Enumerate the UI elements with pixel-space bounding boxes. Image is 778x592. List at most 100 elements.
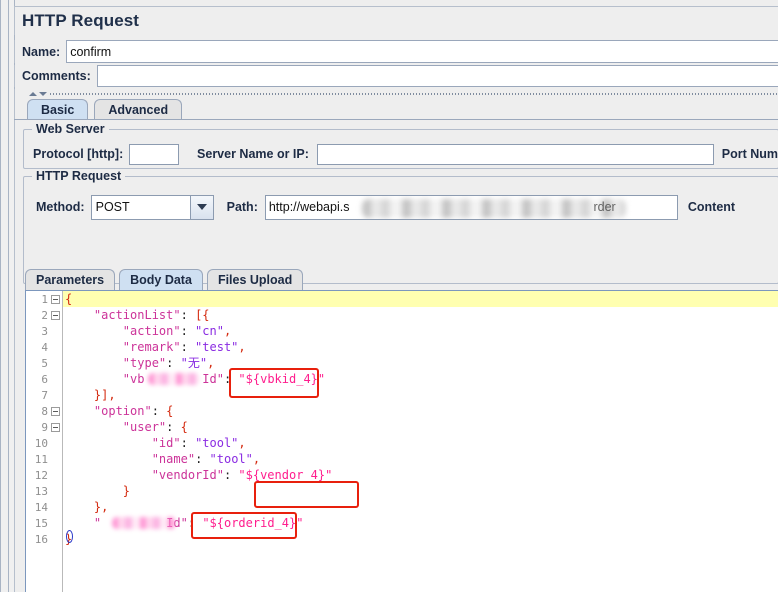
code-line-1[interactable]: {	[63, 291, 778, 307]
protocol-input[interactable]	[129, 143, 180, 165]
token-key: "type"	[122, 356, 167, 370]
code-line-14[interactable]: },	[63, 499, 778, 515]
path-value-prefix: http://webapi.s	[268, 200, 350, 214]
tab-files-upload-label: Files Upload	[217, 273, 293, 287]
token-var: "${vendor_4}"	[238, 468, 333, 482]
tab-parameters[interactable]: Parameters	[25, 269, 116, 290]
comments-label: Comments:	[22, 69, 91, 83]
token-key: "name"	[151, 452, 196, 466]
token-punct: }]	[93, 388, 109, 402]
token-key: "actionList"	[93, 308, 181, 322]
path-input[interactable]: http://webapi.s rder	[264, 194, 678, 220]
code-line-8[interactable]: "option": {	[63, 403, 778, 419]
name-label: Name:	[22, 44, 61, 59]
code-line-4[interactable]: "remark": "test",	[63, 339, 778, 355]
comments-input[interactable]	[96, 65, 778, 87]
code-line-16[interactable]: }	[63, 531, 778, 547]
token-str: "test"	[195, 340, 239, 354]
token-punct: ,	[238, 436, 246, 450]
tab-advanced-label: Advanced	[108, 103, 169, 117]
token-var: "${orderid_4}"	[202, 516, 304, 530]
server-name-label: Server Name or IP:	[197, 147, 309, 161]
token-punct: ,	[101, 500, 109, 514]
gutter-line-12: 12	[26, 467, 62, 483]
collapse-down-icon[interactable]	[39, 91, 47, 96]
token-punct: ,	[207, 356, 215, 370]
fold-toggle-icon[interactable]	[51, 294, 60, 304]
editor-code-area[interactable]: { "actionList": [{ "action": "cn", "rema…	[63, 291, 778, 592]
code-line-7[interactable]: }],	[63, 387, 778, 403]
tab-basic-label: Basic	[41, 103, 75, 117]
http-request-window: HTTP Request Name: confirm Comments: Bas…	[0, 0, 778, 592]
gutter-line-5: 5	[26, 355, 62, 371]
token-key: "remark"	[122, 340, 181, 354]
path-redaction-blur	[361, 198, 626, 218]
token-punct: ,	[238, 340, 246, 354]
token-str: "无"	[180, 356, 208, 370]
code-line-2[interactable]: "actionList": [{	[63, 307, 778, 323]
token-punct: ,	[108, 388, 116, 402]
main-tabstrip: Basic Advanced	[14, 98, 778, 120]
method-label: Method:	[36, 200, 85, 214]
gutter-line-8: 8	[26, 403, 62, 419]
content-encoding-label: Content	[687, 200, 736, 214]
path-label: Path:	[226, 200, 258, 214]
fold-toggle-icon[interactable]	[51, 310, 60, 320]
code-line-10[interactable]: "id": "tool",	[63, 435, 778, 451]
name-input[interactable]: confirm	[66, 40, 778, 63]
fold-toggle-icon[interactable]	[51, 406, 60, 416]
token-plain: :	[180, 436, 196, 450]
token-key: "vendorId"	[151, 468, 224, 482]
code-line-11[interactable]: "name": "tool",	[63, 451, 778, 467]
tab-basic[interactable]: Basic	[27, 99, 89, 120]
split-pane-divider[interactable]	[14, 89, 778, 98]
tab-files-upload[interactable]: Files Upload	[206, 269, 304, 290]
code-line-12[interactable]: "vendorId": "${vendor_4}"	[63, 467, 778, 483]
token-key: Id"	[202, 372, 224, 386]
collapse-up-icon[interactable]	[29, 91, 37, 96]
server-name-input[interactable]	[316, 143, 714, 165]
tab-advanced[interactable]: Advanced	[94, 99, 183, 120]
body-data-editor[interactable]: 1 2 3 4 5 6 7 8 9 10 11 12 13 14 15 16 { "actionList": …	[25, 290, 778, 592]
token-plain: :	[223, 468, 239, 482]
code-line-3[interactable]: "action": "cn",	[63, 323, 778, 339]
token-punct: {	[166, 404, 174, 418]
method-select[interactable]: POST	[90, 194, 214, 220]
tab-body-data[interactable]: Body Data	[119, 269, 203, 290]
gutter-line-9: 9	[26, 419, 62, 435]
window-title-bar: HTTP Request	[14, 6, 778, 35]
token-plain: :	[151, 404, 167, 418]
token-str: "tool"	[209, 452, 253, 466]
token-punct: {	[65, 292, 73, 306]
code-line-5[interactable]: "type": "无",	[63, 355, 778, 371]
chevron-down-icon[interactable]	[189, 195, 213, 219]
splitter-arrows[interactable]	[29, 91, 47, 96]
code-line-13[interactable]: }	[63, 483, 778, 499]
basic-tab-panel: Web Server Protocol [http]: Server Name …	[14, 120, 778, 592]
gutter-line-14: 14	[26, 499, 62, 515]
comments-row: Comments:	[14, 65, 778, 87]
web-server-row: Protocol [http]: Server Name or IP: Port…	[24, 143, 778, 165]
token-plain: :	[223, 372, 239, 386]
code-line-9[interactable]: "user": {	[63, 419, 778, 435]
tab-body-data-label: Body Data	[130, 273, 192, 287]
name-row: Name: confirm	[14, 40, 778, 63]
fold-toggle-icon[interactable]	[51, 422, 60, 432]
token-plain: :	[166, 420, 181, 434]
token-punct: [{	[195, 308, 210, 322]
web-server-group-title: Web Server	[32, 122, 109, 136]
